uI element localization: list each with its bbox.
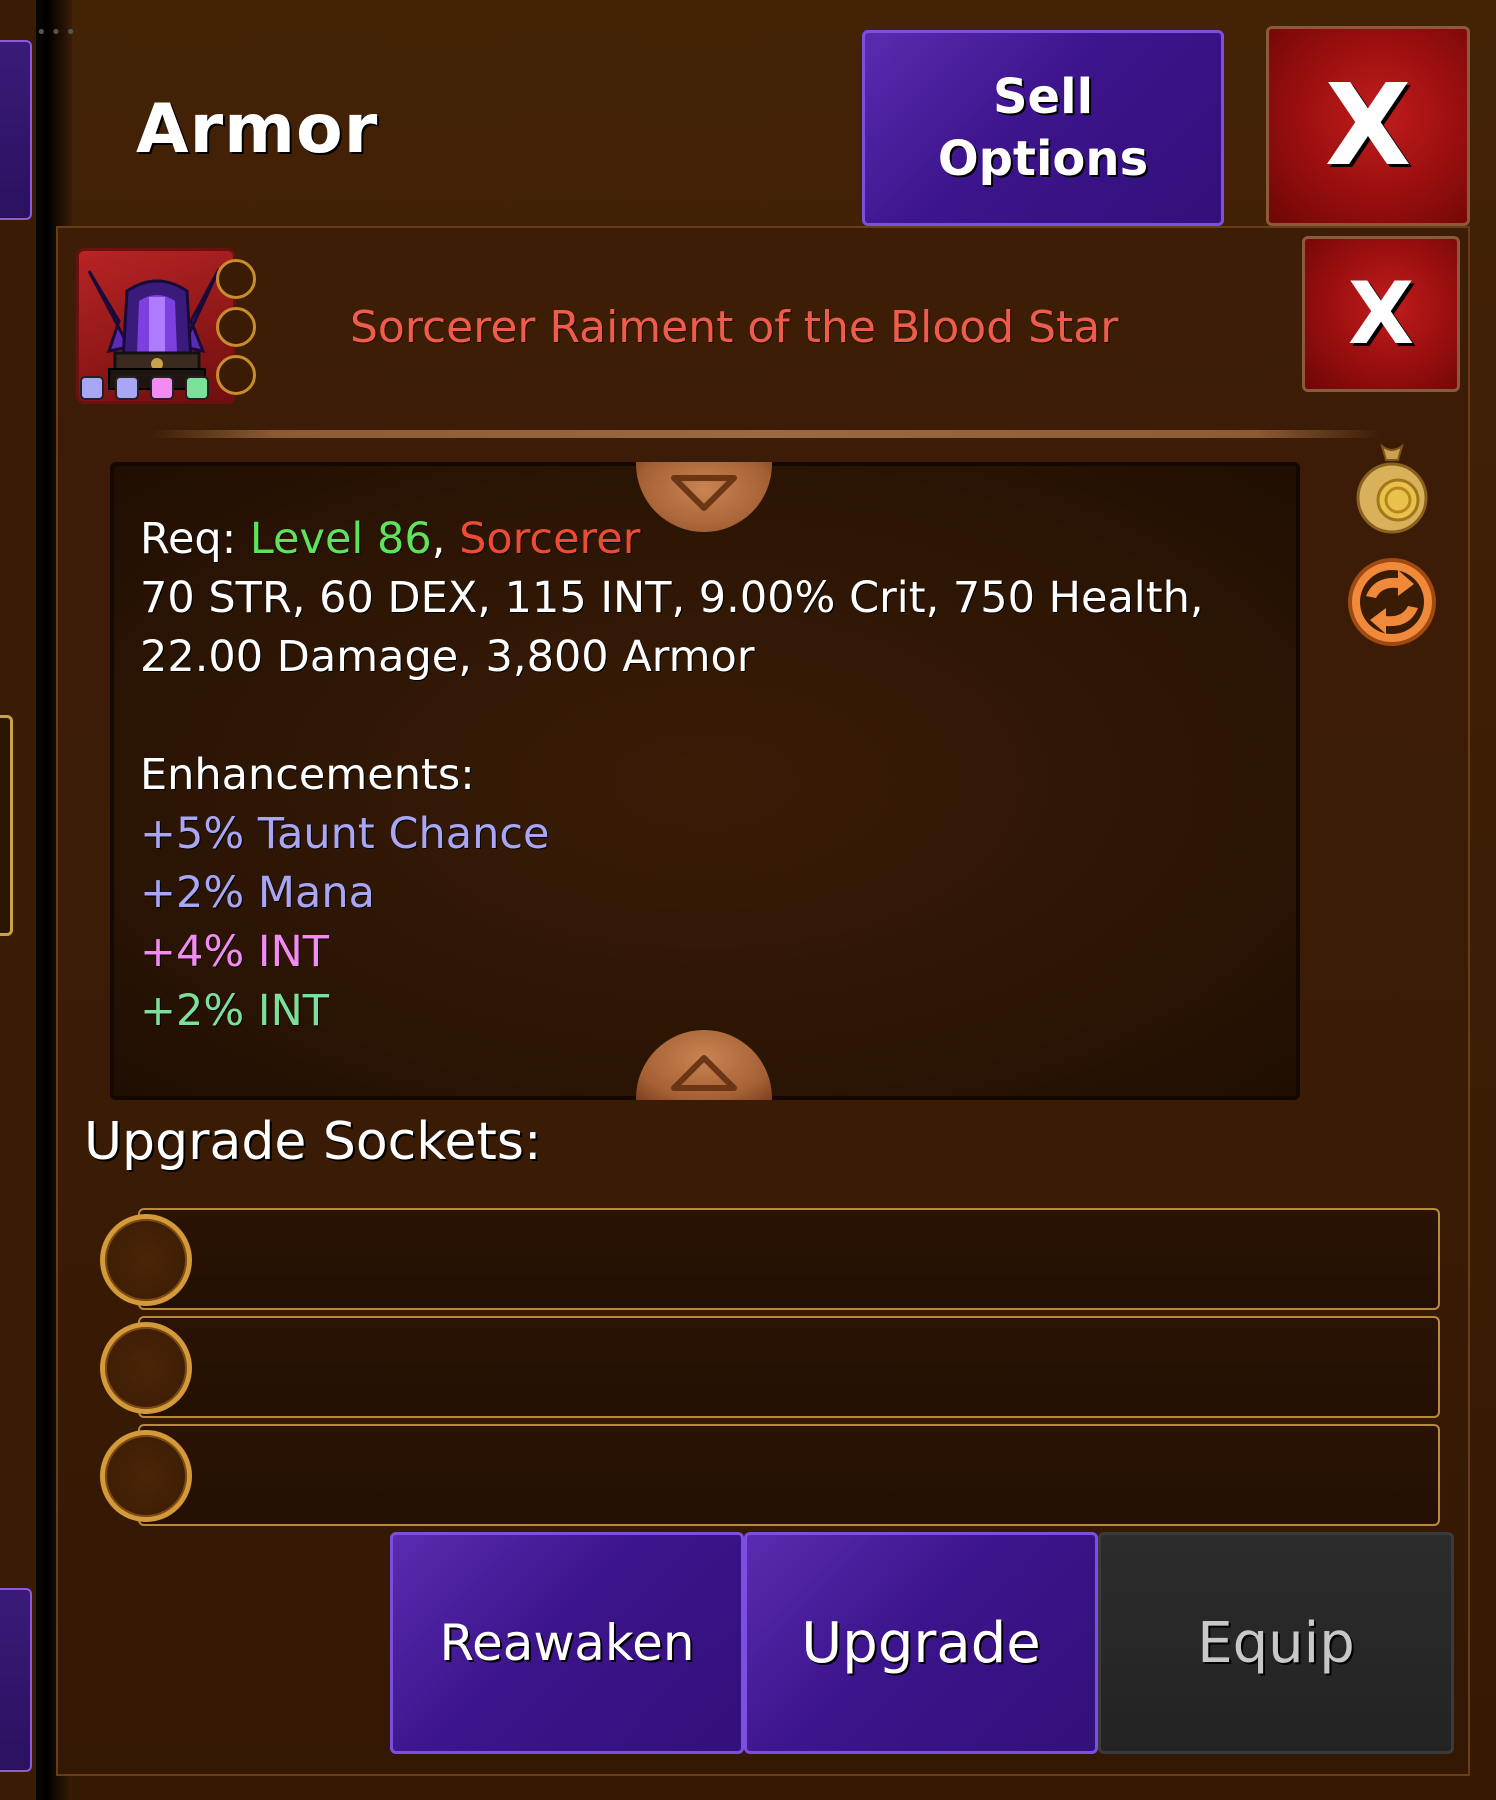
equip-button[interactable]: Equip: [1098, 1532, 1454, 1754]
item-stats-text: Req: Level 86, Sorcerer 70 STR, 60 DEX, …: [140, 510, 1270, 1041]
rarity-gem-4: [185, 376, 209, 400]
requirements-line: Req: Level 86, Sorcerer: [140, 510, 1270, 569]
enhancement-item: +4% INT: [140, 927, 330, 977]
item-socket-indicator-1: [216, 259, 256, 299]
rarity-gem-1: [80, 376, 104, 400]
reawaken-button[interactable]: Reawaken: [390, 1532, 744, 1754]
req-prefix: Req:: [140, 514, 250, 564]
close-item-button[interactable]: X: [1302, 236, 1460, 392]
rarity-gem-2: [115, 376, 139, 400]
sell-options-button[interactable]: Sell Options: [862, 30, 1224, 226]
stats-line-1: 70 STR, 60 DEX, 115 INT, 9.00% Crit, 750…: [140, 573, 1204, 623]
stats-line-2: 22.00 Damage, 3,800 Armor: [140, 632, 755, 682]
socket-ring-icon[interactable]: [100, 1214, 192, 1306]
inventory-screen: ••• Armor Sell Options X Sorcerer Raimen…: [0, 0, 1496, 1800]
rarity-gem-3: [150, 376, 174, 400]
coin-bag-icon[interactable]: [1352, 440, 1432, 536]
enhancement-item: +2% Mana: [140, 868, 375, 918]
upgrade-socket-slot[interactable]: [138, 1208, 1440, 1310]
item-socket-indicator-3: [216, 355, 256, 395]
swap-icon[interactable]: [1344, 554, 1440, 650]
sell-options-label-line1: Sell: [992, 69, 1094, 125]
upgrade-label: Upgrade: [801, 1610, 1041, 1676]
socket-ring-icon[interactable]: [100, 1322, 192, 1414]
sell-options-label-line2: Options: [937, 131, 1149, 187]
enhancement-item: +5% Taunt Chance: [140, 809, 550, 859]
left-nav-tab-bottom[interactable]: [0, 1588, 32, 1772]
page-title: Armor: [136, 90, 379, 169]
left-scroll-indicator: [0, 715, 13, 936]
req-level: Level 86: [249, 514, 432, 564]
upgrade-button[interactable]: Upgrade: [744, 1532, 1098, 1754]
enhancements-title: Enhancements:: [140, 750, 475, 800]
reawaken-label: Reawaken: [439, 1614, 695, 1672]
req-class: Sorcerer: [459, 514, 641, 564]
left-nav-tab[interactable]: [0, 40, 32, 220]
socket-ring-icon[interactable]: [100, 1430, 192, 1522]
upgrade-sockets-label: Upgrade Sockets:: [84, 1112, 542, 1172]
divider: [150, 430, 1380, 438]
close-icon: X: [1324, 61, 1412, 191]
upgrade-socket-slot[interactable]: [138, 1424, 1440, 1526]
close-icon: X: [1347, 264, 1415, 364]
req-separator: ,: [431, 514, 460, 564]
close-inventory-button[interactable]: X: [1266, 26, 1470, 226]
item-socket-indicator-2: [216, 307, 256, 347]
equip-label: Equip: [1197, 1610, 1355, 1676]
upgrade-socket-slot[interactable]: [138, 1316, 1440, 1418]
item-name: Sorcerer Raiment of the Blood Star: [350, 302, 1119, 353]
dots-icon: •••: [36, 22, 80, 43]
